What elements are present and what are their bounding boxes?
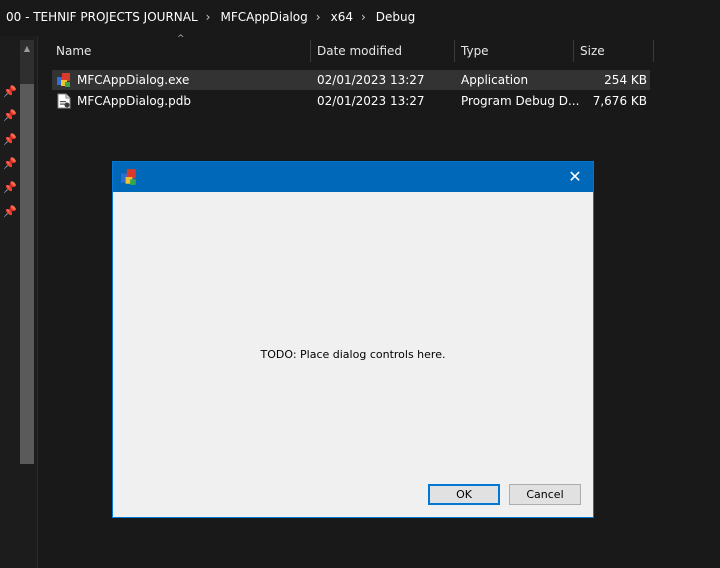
file-row[interactable]: MFCAppDialog.exe 02/01/2023 13:27 Applic… (52, 70, 650, 90)
cancel-button[interactable]: Cancel (509, 484, 581, 505)
pin-icon[interactable]: 📌 (2, 200, 18, 224)
column-header-row: ^ Name Date modified Type Size (38, 34, 720, 66)
file-type: Application (461, 73, 529, 87)
breadcrumb-item[interactable]: MFCAppDialog (220, 10, 307, 24)
pin-icon[interactable]: 📌 (2, 128, 18, 152)
chevron-right-icon: › (205, 10, 211, 24)
file-size: 7,676 KB (592, 94, 647, 108)
dialog-title-bar[interactable]: ✕ (113, 162, 593, 192)
breadcrumb-item[interactable]: Debug (376, 10, 415, 24)
navigation-pane: ▲ 📌 📌 📌 📌 📌 📌 (0, 36, 38, 568)
chevron-right-icon: › (315, 10, 321, 24)
nav-scrollbar-thumb[interactable] (20, 84, 34, 464)
close-icon[interactable]: ✕ (565, 167, 585, 187)
exe-icon (57, 73, 70, 87)
chevron-right-icon: › (360, 10, 366, 24)
file-name: MFCAppDialog.exe (77, 73, 190, 87)
column-divider[interactable] (653, 40, 654, 62)
column-divider[interactable] (573, 40, 574, 62)
scroll-up-icon[interactable]: ▲ (20, 42, 34, 56)
file-name: MFCAppDialog.pdb (77, 94, 191, 108)
pdb-icon (57, 93, 71, 109)
column-divider[interactable] (310, 40, 311, 62)
dialog-placeholder-text: TODO: Place dialog controls here. (260, 348, 446, 361)
column-header-type[interactable]: Type (461, 44, 489, 58)
pin-icon[interactable]: 📌 (2, 152, 18, 176)
app-icon (121, 169, 136, 185)
column-header-name[interactable]: Name (56, 44, 91, 58)
pin-icon[interactable]: 📌 (2, 80, 18, 104)
ok-button[interactable]: OK (428, 484, 500, 505)
file-size: 254 KB (604, 73, 647, 87)
breadcrumb-item[interactable]: x64 (331, 10, 353, 24)
column-divider[interactable] (454, 40, 455, 62)
pin-icon[interactable]: 📌 (2, 104, 18, 128)
pinned-items: 📌 📌 📌 📌 📌 📌 (2, 80, 18, 224)
column-header-size[interactable]: Size (580, 44, 605, 58)
breadcrumb-item[interactable]: 00 - TEHNIF PROJECTS JOURNAL (6, 10, 198, 24)
sort-ascending-icon: ^ (177, 34, 185, 44)
file-date: 02/01/2023 13:27 (317, 73, 425, 87)
column-header-date[interactable]: Date modified (317, 44, 402, 58)
mfc-dialog-window: ✕ TODO: Place dialog controls here. OK C… (112, 161, 594, 518)
breadcrumb: 00 - TEHNIF PROJECTS JOURNAL › MFCAppDia… (0, 0, 720, 34)
file-type: Program Debug D... (461, 94, 580, 108)
file-row[interactable]: MFCAppDialog.pdb 02/01/2023 13:27 Progra… (52, 91, 650, 111)
pin-icon[interactable]: 📌 (2, 176, 18, 200)
file-date: 02/01/2023 13:27 (317, 94, 425, 108)
